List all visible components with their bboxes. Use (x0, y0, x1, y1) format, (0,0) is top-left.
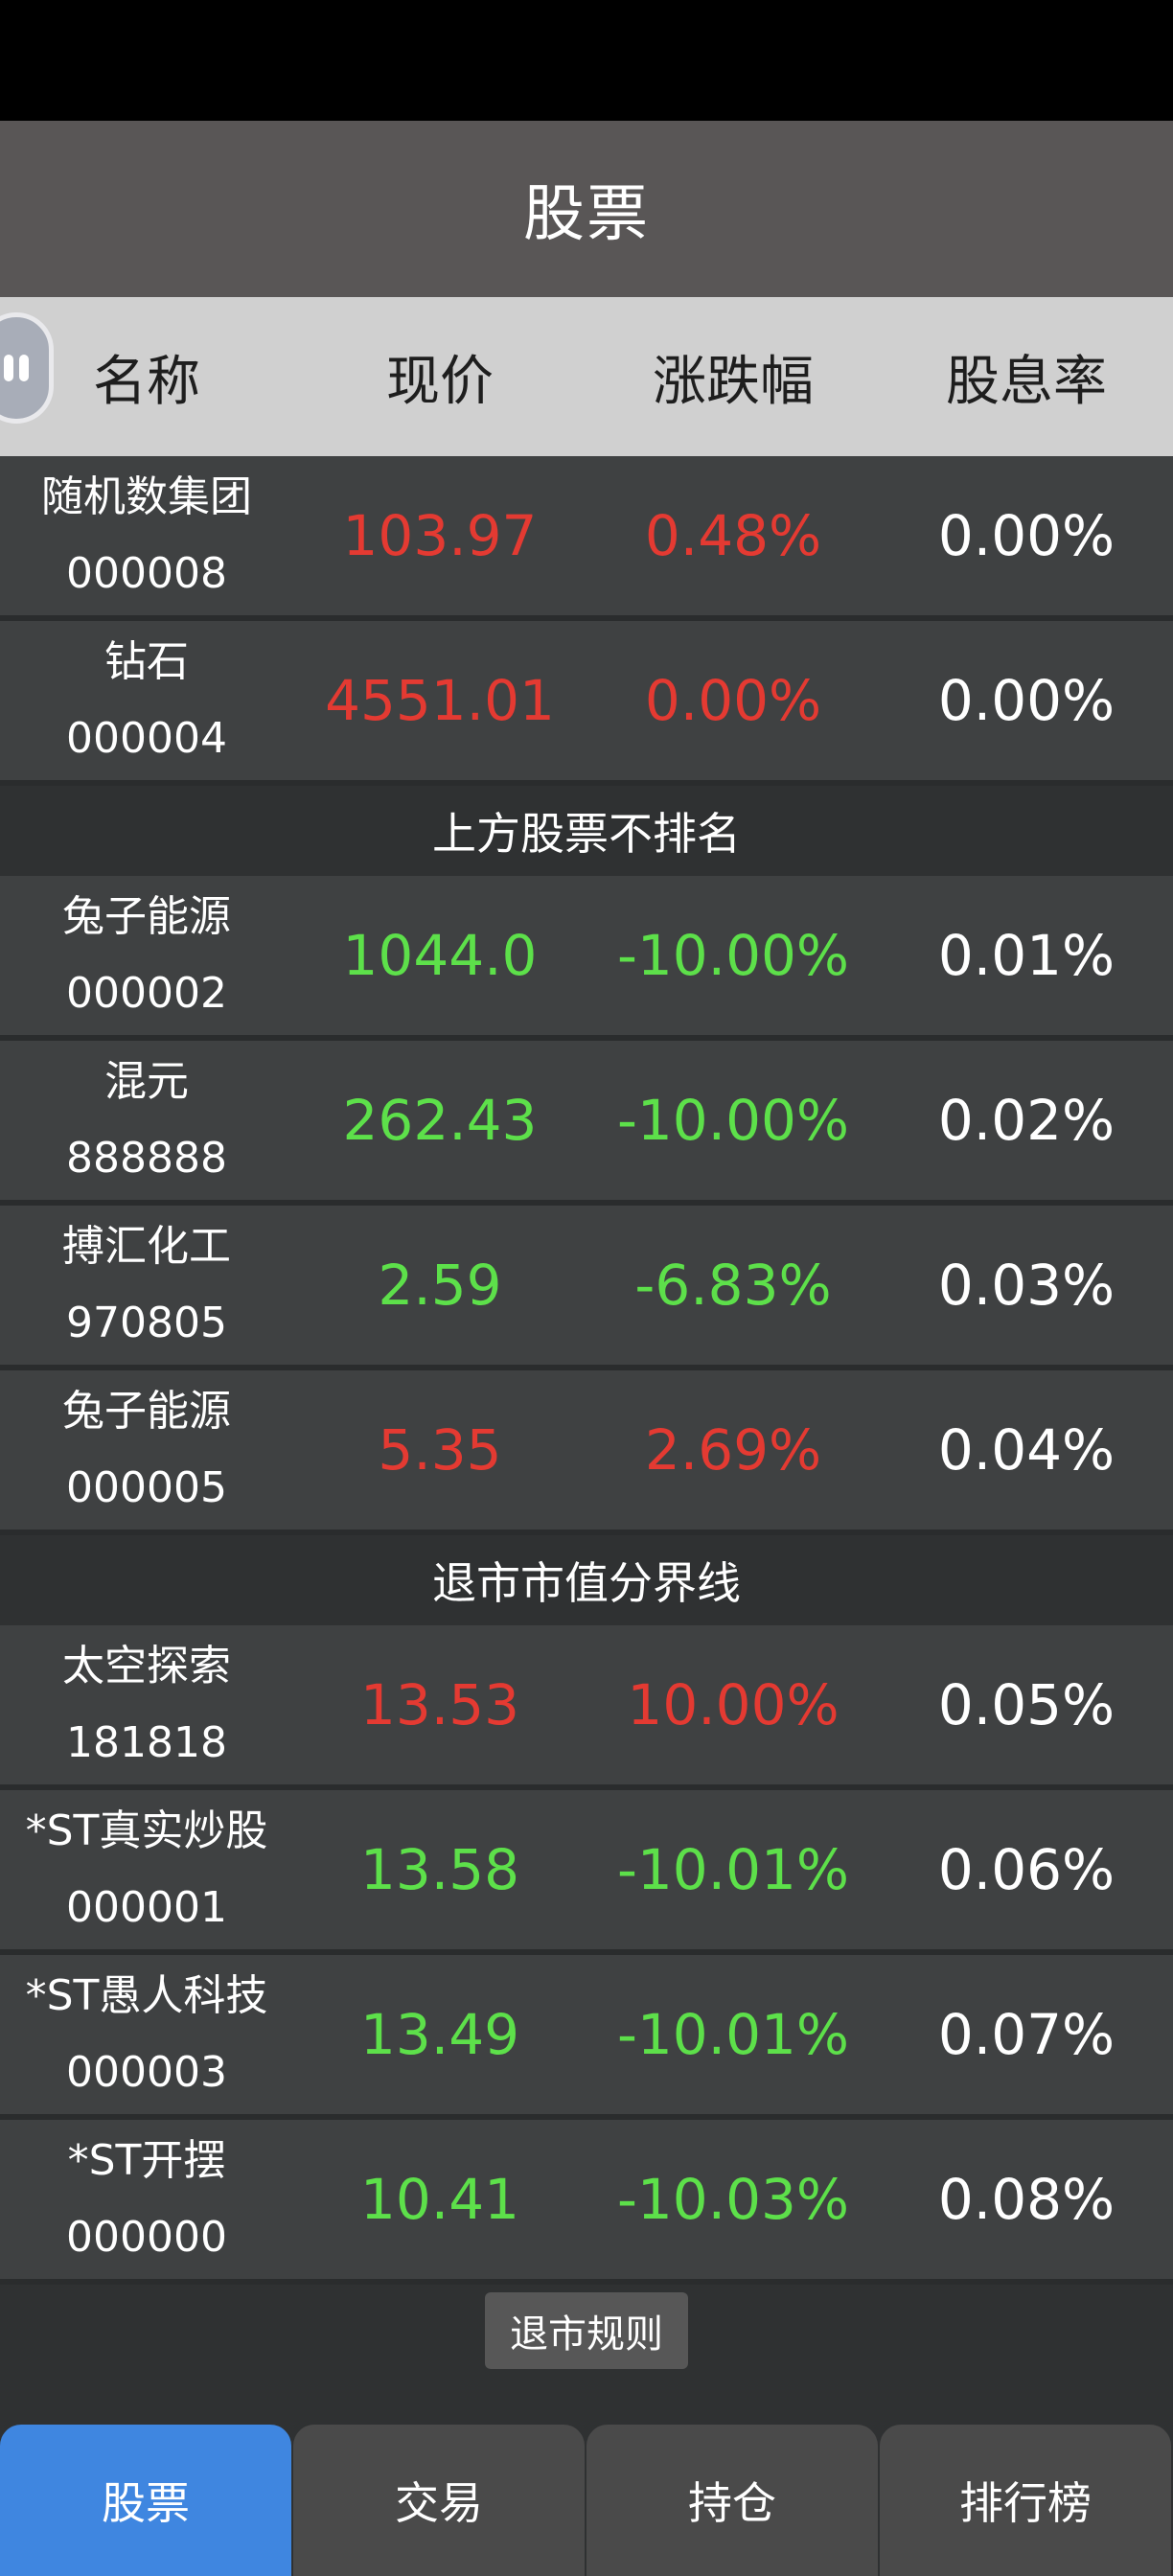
stock-price: 1044.0 (342, 923, 538, 988)
stock-name-cell: *ST真实炒股 000001 (0, 1793, 293, 1946)
stock-code: 000003 (66, 2048, 227, 2097)
assistant-eye-icon (19, 355, 29, 381)
stock-price: 13.53 (359, 1672, 520, 1737)
stock-code: 000001 (66, 1883, 227, 1932)
stock-name-cell: 混元 888888 (0, 1044, 293, 1197)
stock-yield: 0.08% (937, 2167, 1116, 2232)
stock-yield: 0.04% (937, 1417, 1116, 1483)
stock-name: 随机数集团 (41, 472, 252, 521)
stock-name-cell: 搏汇化工 970805 (0, 1208, 293, 1362)
stock-row[interactable]: *ST愚人科技 000003 13.49 -10.01% 0.07% (0, 1955, 1173, 2120)
stock-code: 000008 (66, 549, 227, 598)
stock-code: 000002 (66, 969, 227, 1018)
stock-price: 262.43 (342, 1088, 538, 1153)
nav-tab-3[interactable]: 排行榜 (880, 2425, 1171, 2576)
stock-price: 103.97 (342, 503, 538, 568)
stock-change: -10.03% (616, 2167, 850, 2232)
title-bar: 股票 (0, 121, 1173, 297)
stock-code: 970805 (66, 1299, 227, 1347)
stock-name: 兔子能源 (62, 892, 231, 941)
stock-name-cell: 钻石 000004 (0, 624, 293, 777)
stock-name: *ST愚人科技 (25, 1971, 268, 2020)
floating-assistant-button[interactable] (0, 312, 54, 424)
stock-name-cell: *ST愚人科技 000003 (0, 1958, 293, 2111)
stock-row[interactable]: 随机数集团 000008 103.97 0.48% 0.00% (0, 456, 1173, 621)
stock-row[interactable]: 混元 888888 262.43 -10.00% 0.02% (0, 1041, 1173, 1206)
stock-yield: 0.05% (937, 1672, 1116, 1737)
header-change: 涨跌幅 (653, 350, 814, 413)
stock-code: 000005 (66, 1463, 227, 1512)
stock-change: -10.01% (616, 2002, 850, 2067)
stock-change: -10.00% (616, 1088, 850, 1153)
stock-name: 太空探索 (62, 1642, 231, 1690)
stock-code: 181818 (66, 1718, 227, 1767)
bottom-nav: 股票 交易 持仓 排行榜 (0, 2425, 1173, 2576)
stock-change: -10.00% (616, 923, 850, 988)
stock-price: 4551.01 (325, 668, 555, 733)
stock-name-cell: 兔子能源 000002 (0, 879, 293, 1032)
stock-name-cell: *ST开摆 000000 (0, 2123, 293, 2276)
header-yield: 股息率 (946, 350, 1107, 413)
stock-name: 搏汇化工 (62, 1222, 231, 1271)
stock-code: 888888 (66, 1134, 227, 1183)
stock-change: -10.01% (616, 1837, 850, 1902)
stock-price: 13.58 (359, 1837, 520, 1902)
stock-price: 5.35 (378, 1417, 502, 1483)
stock-yield: 0.02% (937, 1088, 1116, 1153)
stock-row[interactable]: 兔子能源 000005 5.35 2.69% 0.04% (0, 1370, 1173, 1535)
stock-row[interactable]: 太空探索 181818 13.53 10.00% 0.05% (0, 1625, 1173, 1790)
page-title: 股票 (523, 179, 650, 250)
bottom-group: 太空探索 181818 13.53 10.00% 0.05% *ST真实炒股 000001 1… (0, 1625, 1173, 2285)
stock-name: *ST真实炒股 (25, 1806, 268, 1855)
nav-tab-0[interactable]: 股票 (0, 2425, 291, 2576)
stock-price: 13.49 (359, 2002, 520, 2067)
stock-name-cell: 太空探索 181818 (0, 1628, 293, 1782)
stock-change: 10.00% (627, 1672, 840, 1737)
stock-name: 混元 (104, 1057, 189, 1106)
stock-name-cell: 兔子能源 000005 (0, 1373, 293, 1527)
assistant-eye-icon (4, 355, 13, 381)
table-header: 名称 现价 涨跌幅 股息率 (0, 297, 1173, 456)
stock-code: 000000 (66, 2213, 227, 2262)
stock-yield: 0.07% (937, 2002, 1116, 2067)
no-rank-divider: 上方股票不排名 (0, 786, 1173, 876)
stock-row[interactable]: 钻石 000004 4551.01 0.00% 0.00% (0, 621, 1173, 786)
header-price: 现价 (386, 350, 494, 413)
stock-change: 2.69% (644, 1417, 822, 1483)
stock-name: 兔子能源 (62, 1387, 231, 1436)
stock-price: 10.41 (359, 2167, 520, 2232)
delist-divider: 退市市值分界线 (0, 1535, 1173, 1625)
stock-change: 0.48% (644, 503, 822, 568)
stock-yield: 0.03% (937, 1253, 1116, 1318)
mid-group: 兔子能源 000002 1044.0 -10.00% 0.01% 混元 888888 262.… (0, 876, 1173, 1535)
stock-yield: 0.06% (937, 1837, 1116, 1902)
stock-yield: 0.00% (937, 668, 1116, 733)
stock-row[interactable]: *ST开摆 000000 10.41 -10.03% 0.08% (0, 2120, 1173, 2285)
stock-code: 000004 (66, 714, 227, 763)
status-bar (0, 0, 1173, 121)
nav-tab-1[interactable]: 交易 (293, 2425, 585, 2576)
stock-row[interactable]: *ST真实炒股 000001 13.58 -10.01% 0.06% (0, 1790, 1173, 1955)
nav-tab-2[interactable]: 持仓 (586, 2425, 878, 2576)
top-group: 随机数集团 000008 103.97 0.48% 0.00% 钻石 000004 4551.… (0, 456, 1173, 786)
stock-yield: 0.01% (937, 923, 1116, 988)
stock-row[interactable]: 兔子能源 000002 1044.0 -10.00% 0.01% (0, 876, 1173, 1041)
stock-price: 2.59 (378, 1253, 502, 1318)
stock-name-cell: 随机数集团 000008 (0, 459, 293, 612)
stock-yield: 0.00% (937, 503, 1116, 568)
stock-name: 钻石 (104, 637, 189, 686)
stock-change: 0.00% (644, 668, 822, 733)
delist-rules-button[interactable]: 退市规则 (485, 2292, 688, 2369)
stock-row[interactable]: 搏汇化工 970805 2.59 -6.83% 0.03% (0, 1206, 1173, 1370)
stock-name: *ST开摆 (67, 2136, 226, 2185)
stock-list: 随机数集团 000008 103.97 0.48% 0.00% 钻石 000004 4551.… (0, 456, 1173, 2285)
stock-change: -6.83% (634, 1253, 832, 1318)
